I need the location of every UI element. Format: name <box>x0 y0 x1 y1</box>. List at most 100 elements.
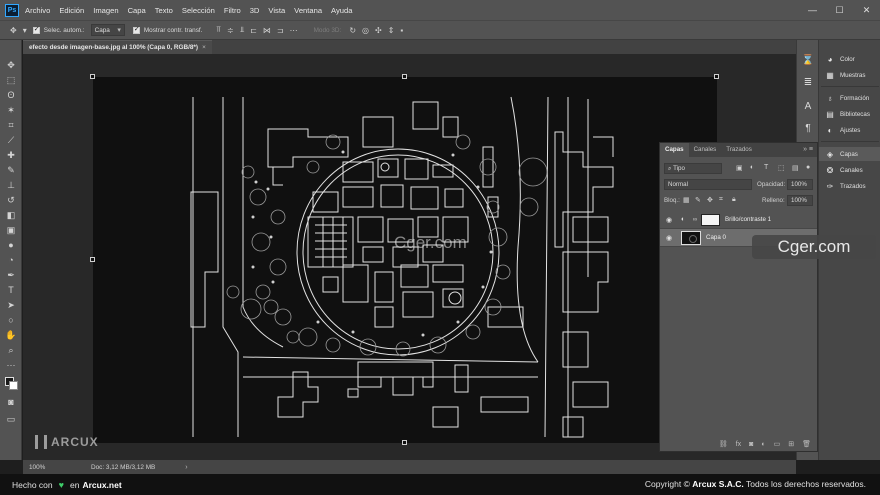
blend-mode-dropdown[interactable]: Normal <box>664 179 752 190</box>
close-button[interactable]: ✕ <box>853 5 880 16</box>
path-selection-icon[interactable]: ➤ <box>3 298 19 312</box>
move-tool-icon[interactable]: ✥ <box>10 26 17 35</box>
marquee-icon[interactable]: ⬚ <box>3 73 19 87</box>
history-icon[interactable]: ⌛ <box>801 54 815 68</box>
layer-filter-dropdown[interactable]: ⌕ Tipo <box>664 163 722 174</box>
align-top-icon[interactable]: ⫪ <box>216 25 221 35</box>
menu-ventana[interactable]: Ventana <box>294 6 322 15</box>
panel-learn[interactable]: ♁ Formación <box>819 91 880 105</box>
document-tab[interactable]: efecto desde imagen-base.jpg al 100% (Ca… <box>23 40 212 54</box>
menu-texto[interactable]: Texto <box>155 6 173 15</box>
auto-select-dropdown[interactable]: Capa <box>90 24 125 36</box>
zoom-icon[interactable]: ⌕ <box>3 343 19 357</box>
crop-icon[interactable]: ⌗ <box>3 118 19 132</box>
menu-vista[interactable]: Vista <box>268 6 285 15</box>
slide-3d-icon[interactable]: ⇕ <box>388 26 395 35</box>
close-tab-icon[interactable]: × <box>202 44 206 51</box>
eye-icon[interactable]: ◉ <box>663 216 675 224</box>
more-tools-icon[interactable]: ··· <box>3 358 19 372</box>
hand-icon[interactable]: ✋ <box>3 328 19 342</box>
tab-channels[interactable]: Canales <box>689 143 722 157</box>
menu-edicion[interactable]: Edición <box>59 6 84 15</box>
character-icon[interactable]: A <box>801 100 815 114</box>
panel-swatches[interactable]: ▦ Muestras <box>819 68 880 82</box>
filter-type-icon[interactable]: T <box>764 164 768 171</box>
filter-toggle-icon[interactable]: ● <box>806 164 810 171</box>
tab-layers[interactable]: Capas <box>660 143 689 157</box>
move-icon[interactable]: ✥ <box>3 58 19 72</box>
lasso-icon[interactable]: ʘ <box>3 88 19 102</box>
filter-smart-icon[interactable]: ▤ <box>792 164 799 172</box>
layer-thumbnail[interactable] <box>681 230 701 245</box>
distribute-icon[interactable]: ⋯ <box>290 26 298 35</box>
menu-seleccion[interactable]: Selección <box>182 6 215 15</box>
layer-row-brightness-contrast[interactable]: ◉ ◐ ∞ Brillo/contraste 1 <box>660 211 817 229</box>
lock-position-icon[interactable]: ✥ <box>707 196 713 204</box>
layer-mask-thumbnail[interactable] <box>701 213 720 226</box>
fill-input[interactable]: 100% <box>787 195 813 206</box>
transform-handle-bottom[interactable] <box>402 440 407 445</box>
tab-paths[interactable]: Trazados <box>721 143 757 157</box>
photoshop-logo-icon[interactable]: Ps <box>5 3 19 17</box>
maximize-button[interactable]: ☐ <box>826 5 853 16</box>
eraser-icon[interactable]: ◧ <box>3 208 19 222</box>
site-link[interactable]: Arcux.net <box>82 480 121 490</box>
filter-pixel-icon[interactable]: ▣ <box>736 164 743 172</box>
transform-handle-left[interactable] <box>90 257 95 262</box>
mask-icon[interactable]: ◙ <box>749 441 753 448</box>
filter-shape-icon[interactable]: ⬚ <box>778 164 785 172</box>
magic-wand-icon[interactable]: ✶ <box>3 103 19 117</box>
panel-paths[interactable]: ✑ Trazados <box>819 179 880 193</box>
panel-adjustments[interactable]: ◐ Ajustes <box>819 123 880 137</box>
color-swatches-icon[interactable] <box>3 376 19 390</box>
type-icon[interactable]: T <box>3 283 19 297</box>
show-transform-checkbox[interactable] <box>132 25 140 34</box>
adjustment-icon[interactable]: ◐ <box>761 441 765 448</box>
history-brush-icon[interactable]: ↺ <box>3 193 19 207</box>
quick-mask-icon[interactable]: ◙ <box>3 395 19 409</box>
auto-select-checkbox[interactable] <box>32 25 40 34</box>
link-icon[interactable]: ⛓ <box>719 440 728 448</box>
scale-3d-icon[interactable]: ▪ <box>400 26 403 35</box>
align-middle-icon[interactable]: ≑ <box>227 26 234 35</box>
lock-artboard-icon[interactable]: ⌗ <box>719 196 723 204</box>
document-canvas[interactable] <box>90 74 719 445</box>
properties-icon[interactable]: ≣ <box>801 76 815 90</box>
dodge-icon[interactable]: ◔ <box>3 253 19 267</box>
chevron-down-icon[interactable]: ▾ <box>23 26 27 35</box>
panel-libraries[interactable]: ▤ Bibliotecas <box>819 107 880 121</box>
transform-handle-top-left[interactable] <box>90 74 95 79</box>
healing-brush-icon[interactable]: ✚ <box>3 148 19 162</box>
gradient-icon[interactable]: ▣ <box>3 223 19 237</box>
blur-icon[interactable]: ● <box>3 238 19 252</box>
filter-adjustment-icon[interactable]: ◐ <box>750 164 754 171</box>
eyedropper-icon[interactable]: ⟋ <box>3 133 19 147</box>
screen-mode-icon[interactable]: ▭ <box>3 412 19 426</box>
eye-icon[interactable]: ◉ <box>663 234 675 242</box>
trash-icon[interactable]: 🗑︎ <box>802 440 811 448</box>
drag-3d-icon[interactable]: ✣ <box>375 26 382 35</box>
menu-3d[interactable]: 3D <box>250 6 260 15</box>
chain-link-icon[interactable]: ∞ <box>691 217 699 223</box>
menu-imagen[interactable]: Imagen <box>93 6 118 15</box>
roll-3d-icon[interactable]: ◎ <box>362 26 369 35</box>
align-center-icon[interactable]: ⋈ <box>263 26 271 35</box>
zoom-level[interactable]: 100% <box>29 464 77 471</box>
align-right-icon[interactable]: ⊐ <box>277 26 284 35</box>
new-layer-icon[interactable]: ⊞ <box>788 440 794 448</box>
stamp-icon[interactable]: ⊥ <box>3 178 19 192</box>
panel-menu-icon[interactable]: » ≡ <box>803 143 813 157</box>
lock-pixels-icon[interactable]: ✎ <box>695 196 701 204</box>
align-left-icon[interactable]: ⊏ <box>250 26 257 35</box>
orbit-3d-icon[interactable]: ↻ <box>349 26 356 35</box>
lock-transparency-icon[interactable]: ▦ <box>683 196 690 204</box>
fx-icon[interactable]: fx <box>736 441 741 448</box>
paragraph-icon[interactable]: ¶ <box>801 122 815 136</box>
status-menu-arrow-icon[interactable]: › <box>185 464 187 471</box>
align-bottom-icon[interactable]: ⫫ <box>240 25 245 35</box>
minimize-button[interactable]: — <box>799 5 826 15</box>
menu-filtro[interactable]: Filtro <box>224 6 241 15</box>
menu-capa[interactable]: Capa <box>128 6 146 15</box>
opacity-input[interactable]: 100% <box>787 179 813 190</box>
panel-channels[interactable]: ❂ Canales <box>819 163 880 177</box>
